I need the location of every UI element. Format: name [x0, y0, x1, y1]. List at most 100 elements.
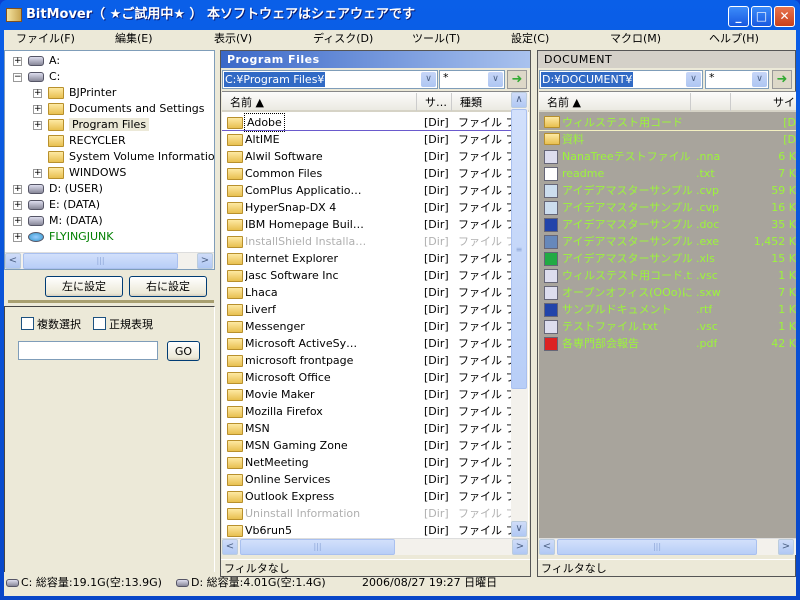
scroll-thumb[interactable]: ||| — [557, 539, 757, 555]
menu-view[interactable]: 表示(V) — [202, 30, 301, 48]
table-row[interactable]: Vb6run5 [Dir] ファイル フォ — [222, 522, 511, 538]
go-arrow-icon[interactable]: ➜ — [772, 70, 792, 89]
table-row[interactable]: 各専門部会報告 .pdf 42 K — [539, 335, 796, 352]
maximize-button[interactable]: □ — [751, 6, 772, 27]
scroll-left-icon[interactable]: < — [222, 539, 238, 555]
table-row[interactable]: テストファイル.txt .vsc 1 K — [539, 318, 796, 335]
folder-tree[interactable]: < ||| > + A: − C: + BJPrinter + Documents and S… — [4, 50, 215, 270]
set-left-button[interactable]: 左に設定 — [45, 276, 123, 297]
table-row[interactable]: Online Services [Dir] ファイル フォ — [222, 471, 511, 488]
scroll-up-icon[interactable]: ∧ — [511, 92, 527, 108]
table-row[interactable]: ウィルステスト用コード [D — [539, 114, 796, 131]
multi-select-checkbox[interactable]: 複数選択 — [21, 317, 81, 332]
table-row[interactable]: Internet Explorer [Dir] ファイル フォ — [222, 250, 511, 267]
table-row[interactable]: ComPlus Applicatio… [Dir] ファイル フォ — [222, 182, 511, 199]
table-row[interactable]: Movie Maker [Dir] ファイル フォ — [222, 386, 511, 403]
tree-node[interactable]: + Program Files — [33, 117, 150, 133]
tree-node[interactable]: + E: (DATA) — [13, 197, 100, 213]
tree-node[interactable]: + D: (USER) — [13, 181, 103, 197]
expand-toggle-icon[interactable]: + — [13, 56, 22, 66]
menu-macro[interactable]: マクロ(M) — [598, 30, 697, 48]
splitter[interactable] — [8, 300, 214, 303]
go-button[interactable]: GO — [167, 341, 200, 361]
col-size[interactable]: サ… — [417, 93, 452, 111]
menu-edit[interactable]: 編集(E) — [103, 30, 202, 48]
scroll-right-icon[interactable]: > — [778, 539, 794, 555]
chevron-down-icon[interactable]: ∨ — [686, 72, 701, 87]
scroll-thumb[interactable]: ||| — [23, 253, 178, 269]
table-row[interactable]: Jasc Software Inc [Dir] ファイル フォ — [222, 267, 511, 284]
path-combo[interactable]: C:¥Program Files¥ ∨ — [222, 70, 438, 89]
expand-toggle-icon[interactable]: + — [33, 104, 42, 114]
menu-tools[interactable]: ツール(T) — [400, 30, 499, 48]
expand-toggle-icon[interactable]: + — [13, 200, 22, 210]
expand-toggle-icon[interactable]: + — [33, 120, 42, 130]
go-arrow-icon[interactable]: ➜ — [507, 70, 527, 89]
search-input[interactable] — [18, 341, 158, 360]
tree-hscrollbar[interactable]: < ||| > — [5, 252, 214, 269]
table-row[interactable]: Alwil Software [Dir] ファイル フォ — [222, 148, 511, 165]
chevron-down-icon[interactable]: ∨ — [488, 72, 503, 87]
expand-toggle-icon[interactable]: − — [13, 72, 22, 82]
regex-checkbox[interactable]: 正規表現 — [93, 317, 153, 332]
table-row[interactable]: AltIME [Dir] ファイル フォ — [222, 131, 511, 148]
table-row[interactable]: Liverf [Dir] ファイル フォ — [222, 301, 511, 318]
minimize-button[interactable]: _ — [728, 6, 749, 27]
tree-node[interactable]: + BJPrinter — [33, 85, 116, 101]
table-row[interactable]: readme .txt 7 K — [539, 165, 796, 182]
table-row[interactable]: MSN Gaming Zone [Dir] ファイル フォ — [222, 437, 511, 454]
filter-combo[interactable]: * ∨ — [439, 70, 505, 89]
table-row[interactable]: Microsoft ActiveSy… [Dir] ファイル フォ — [222, 335, 511, 352]
col-name[interactable]: 名前 ▲ — [539, 93, 691, 111]
expand-toggle-icon[interactable]: + — [13, 216, 22, 226]
scroll-thumb[interactable]: ≡ — [511, 109, 527, 389]
filter-combo[interactable]: * ∨ — [705, 70, 769, 89]
tree-node[interactable]: + FLYINGJUNK — [13, 229, 113, 245]
col-ext[interactable] — [691, 93, 731, 111]
table-row[interactable]: アイデアマスターサンプル2 .doc 35 K — [539, 216, 796, 233]
expand-toggle-icon[interactable]: + — [13, 232, 22, 242]
scroll-left-icon[interactable]: < — [539, 539, 555, 555]
table-row[interactable]: ウィルステスト用コード.txt .vsc 1 K — [539, 267, 796, 284]
col-size[interactable]: サイ — [731, 93, 796, 111]
scroll-left-icon[interactable]: < — [5, 253, 21, 269]
expand-toggle-icon[interactable]: + — [33, 168, 42, 178]
tree-node[interactable]: RECYCLER — [33, 133, 126, 149]
col-type[interactable]: 種類 — [452, 93, 512, 111]
table-row[interactable]: Lhaca [Dir] ファイル フォ — [222, 284, 511, 301]
table-row[interactable]: Microsoft Office [Dir] ファイル フォ — [222, 369, 511, 386]
file-list[interactable]: 名前 ▲ サ… 種類 ∧ ≡ ∨ Adobe[Dir]ファイル フォAltIME… — [222, 91, 529, 538]
path-combo[interactable]: D:¥DOCUMENT¥ ∨ — [539, 70, 703, 89]
table-row[interactable]: NetMeeting [Dir] ファイル フォ — [222, 454, 511, 471]
chevron-down-icon[interactable]: ∨ — [752, 72, 767, 87]
tree-node[interactable]: + Documents and Settings — [33, 101, 205, 117]
menu-file[interactable]: ファイル(F) — [4, 30, 103, 48]
menu-settings[interactable]: 設定(C) — [499, 30, 598, 48]
expand-toggle-icon[interactable]: + — [33, 88, 42, 98]
table-row[interactable]: 資料 [D — [539, 131, 796, 148]
table-row[interactable]: アイデアマスターサンプル2 .xls 15 K — [539, 250, 796, 267]
tree-node[interactable]: System Volume Information — [33, 149, 214, 165]
tree-node[interactable]: + A: — [13, 53, 60, 69]
set-right-button[interactable]: 右に設定 — [129, 276, 207, 297]
expand-toggle-icon[interactable]: + — [13, 184, 22, 194]
horizontal-scrollbar[interactable]: < ||| > — [539, 538, 796, 555]
table-row[interactable]: IBM Homepage Buil… [Dir] ファイル フォ — [222, 216, 511, 233]
table-row[interactable]: HyperSnap-DX 4 [Dir] ファイル フォ — [222, 199, 511, 216]
scroll-down-icon[interactable]: ∨ — [511, 521, 527, 537]
table-row[interactable]: サンプルドキュメント .rtf 1 K — [539, 301, 796, 318]
title-bar[interactable]: BitMover（ ★ご試用中★ ） 本ソフトウェアはシェアウェアです — [0, 0, 800, 30]
table-row[interactable]: アイデアマスターサンプル2 .cvp 16 K — [539, 199, 796, 216]
close-button[interactable]: ✕ — [774, 6, 795, 27]
table-row[interactable]: NanaTreeテストファイル .nna 6 K — [539, 148, 796, 165]
table-row[interactable]: オープンオフィス(OOo)につ… .sxw 7 K — [539, 284, 796, 301]
table-row[interactable]: Outlook Express [Dir] ファイル フォ — [222, 488, 511, 505]
table-row[interactable]: Mozilla Firefox [Dir] ファイル フォ — [222, 403, 511, 420]
menu-disk[interactable]: ディスク(D) — [301, 30, 400, 48]
table-row[interactable]: microsoft frontpage [Dir] ファイル フォ — [222, 352, 511, 369]
tree-node[interactable]: + M: (DATA) — [13, 213, 103, 229]
scroll-thumb[interactable]: ||| — [240, 539, 395, 555]
table-row[interactable]: MSN [Dir] ファイル フォ — [222, 420, 511, 437]
tree-node[interactable]: − C: — [13, 69, 60, 85]
tree-node[interactable]: + WINDOWS — [33, 165, 126, 181]
